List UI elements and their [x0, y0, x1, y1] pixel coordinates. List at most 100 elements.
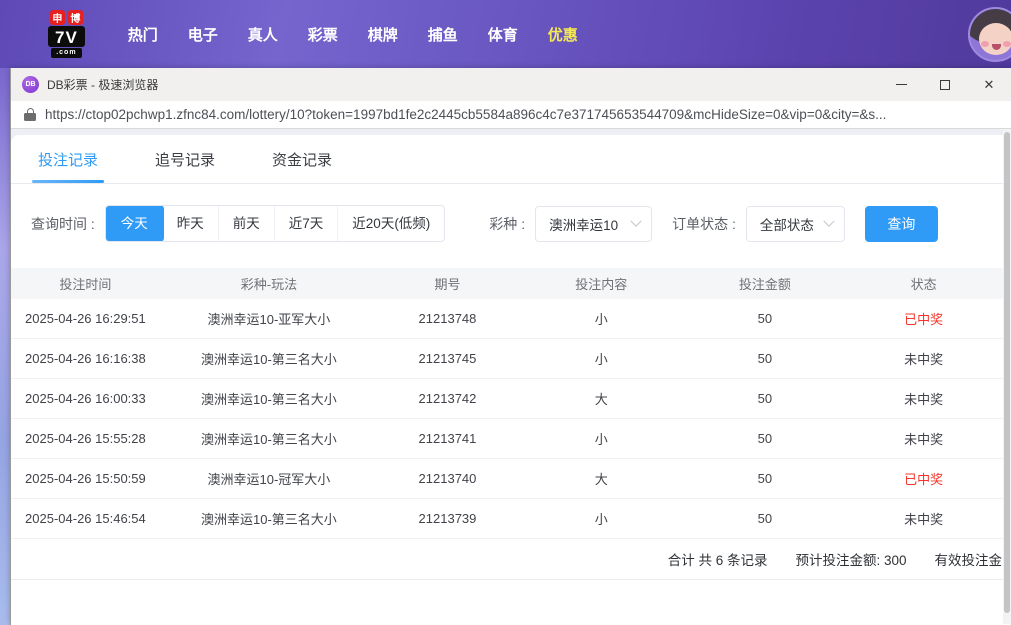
col-bet-amount: 投注金额	[738, 277, 791, 292]
cell-bet-content: 大	[594, 392, 608, 407]
nav-item-live[interactable]: 真人	[233, 24, 293, 45]
cell-game-play: 澳洲幸运10-第三名大小	[201, 432, 337, 447]
minimize-icon	[895, 84, 907, 85]
window-controls: ✕	[879, 68, 1011, 101]
maximize-button[interactable]	[923, 68, 967, 101]
nav-item-slots[interactable]: 电子	[173, 24, 233, 45]
cell-issue: 21213745	[418, 351, 477, 366]
cell-game-play: 澳洲幸运10-亚军大小	[207, 312, 331, 327]
nav-item-chess[interactable]: 棋牌	[353, 24, 413, 45]
close-icon: ✕	[983, 77, 995, 92]
table-row: 2025-04-26 16:29:51 澳洲幸运10-亚军大小 21213748…	[11, 299, 1003, 339]
table-row: 2025-04-26 16:00:33 澳洲幸运10-第三名大小 2121374…	[11, 379, 1003, 419]
content-card: 投注记录 追号记录 资金记录 查询时间 : 今天 昨天 前天 近7天 近20天(…	[11, 135, 1003, 624]
cell-status: 已中奖	[904, 312, 944, 327]
summary-bar: 合计 共 6 条记录 预计投注金额: 300 有效投注金	[11, 539, 1003, 580]
cell-bet-time: 2025-04-26 16:29:51	[25, 311, 146, 326]
lottery-type-label: 彩种 :	[489, 215, 526, 232]
cell-game-play: 澳洲幸运10-第三名大小	[201, 512, 337, 527]
cell-bet-amount: 50	[757, 351, 773, 366]
table-row: 2025-04-26 15:46:54 澳洲幸运10-第三名大小 2121373…	[11, 499, 1003, 539]
tab-fund-records[interactable]: 资金记录	[269, 147, 335, 183]
cell-game-play: 澳洲幸运10-第三名大小	[201, 352, 337, 367]
url-bar[interactable]: https://ctop02pchwp1.zfnc84.com/lottery/…	[11, 101, 1011, 129]
query-time-label: 查询时间 :	[31, 215, 95, 232]
cell-bet-time: 2025-04-26 16:00:33	[25, 391, 146, 406]
user-avatar[interactable]	[968, 7, 1011, 62]
cell-status: 未中奖	[904, 392, 944, 407]
order-status-value: 全部状态	[759, 217, 814, 233]
order-status-label: 订单状态 :	[672, 215, 736, 232]
avatar-blush	[981, 41, 989, 47]
time-option-20days[interactable]: 近20天(低频)	[337, 206, 444, 241]
cell-status: 未中奖	[904, 352, 944, 367]
record-tabs: 投注记录 追号记录 资金记录	[11, 135, 1003, 184]
table-row: 2025-04-26 15:50:59 澳洲幸运10-冠军大小 21213740…	[11, 459, 1003, 499]
cell-issue: 21213740	[418, 471, 477, 486]
time-option-daybefore[interactable]: 前天	[217, 206, 274, 241]
nav-item-fishing[interactable]: 捕鱼	[413, 24, 473, 45]
page-viewport: 投注记录 追号记录 资金记录 查询时间 : 今天 昨天 前天 近7天 近20天(…	[11, 129, 1011, 624]
cell-bet-amount: 50	[757, 431, 773, 446]
cell-issue: 21213739	[418, 511, 477, 526]
table-row: 2025-04-26 15:55:28 澳洲幸运10-第三名大小 2121374…	[11, 419, 1003, 459]
cell-bet-time: 2025-04-26 16:16:38	[25, 351, 146, 366]
col-status: 状态	[910, 277, 937, 292]
cell-bet-content: 小	[594, 432, 608, 447]
minimize-button[interactable]	[879, 68, 923, 101]
tab-bet-records[interactable]: 投注记录	[31, 147, 105, 183]
table-body: 2025-04-26 16:29:51 澳洲幸运10-亚军大小 21213748…	[11, 299, 1003, 539]
avatar-blush	[1003, 41, 1011, 47]
cell-issue: 21213748	[418, 311, 477, 326]
url-text[interactable]: https://ctop02pchwp1.zfnc84.com/lottery/…	[45, 107, 886, 122]
tab-chase-records[interactable]: 追号记录	[152, 147, 218, 183]
screen: 申 博 7V .com 热门 电子 真人 彩票 棋牌 捕鱼 体育 优惠 DB D…	[0, 0, 1011, 625]
lottery-type-value: 澳洲幸运10	[549, 217, 619, 233]
time-option-today[interactable]: 今天	[105, 206, 164, 241]
cell-bet-content: 小	[594, 312, 608, 327]
total-records-text: 合计 共 6 条记录	[667, 553, 768, 568]
nav-item-lottery[interactable]: 彩票	[293, 24, 353, 45]
col-issue: 期号	[434, 277, 461, 292]
cell-bet-content: 小	[594, 352, 608, 367]
avatar-face	[979, 23, 1011, 55]
cell-bet-content: 大	[594, 472, 608, 487]
logo-badge-bo: 博	[67, 10, 83, 25]
logo-badges: 申 博	[49, 10, 83, 25]
lottery-type-select[interactable]: 澳洲幸运10	[535, 205, 653, 242]
valid-amount-text: 有效投注金	[934, 553, 1003, 568]
order-status-select[interactable]: 全部状态	[745, 205, 845, 242]
time-range-group: 今天 昨天 前天 近7天 近20天(低频)	[104, 205, 446, 242]
maximize-icon	[940, 79, 950, 90]
col-bet-content: 投注内容	[575, 277, 628, 292]
cell-bet-amount: 50	[757, 511, 773, 526]
cell-game-play: 澳洲幸运10-冠军大小	[207, 472, 331, 487]
browser-favicon-icon: DB	[22, 76, 39, 93]
cell-issue: 21213742	[418, 391, 477, 406]
cell-game-play: 澳洲幸运10-第三名大小	[201, 392, 337, 407]
time-option-yesterday[interactable]: 昨天	[163, 206, 218, 241]
time-option-7days[interactable]: 近7天	[273, 206, 338, 241]
expected-amount-text: 预计投注金额: 300	[795, 553, 907, 568]
cell-bet-amount: 50	[757, 391, 773, 406]
nav-item-sports[interactable]: 体育	[473, 24, 533, 45]
close-button[interactable]: ✕	[967, 68, 1011, 101]
nav-item-hot[interactable]: 热门	[113, 24, 173, 45]
scrollbar-thumb[interactable]	[1004, 132, 1010, 613]
cell-bet-time: 2025-04-26 15:55:28	[25, 431, 146, 446]
main-nav: 热门 电子 真人 彩票 棋牌 捕鱼 体育 优惠	[113, 24, 593, 45]
cell-bet-amount: 50	[757, 471, 773, 486]
col-game-play: 彩种-玩法	[240, 277, 298, 292]
bet-records-table: 投注时间 彩种-玩法 期号 投注内容 投注金额 状态 2025-04-26 16…	[11, 268, 1003, 539]
cell-bet-content: 小	[594, 512, 608, 527]
site-header: 申 博 7V .com 热门 电子 真人 彩票 棋牌 捕鱼 体育 优惠	[0, 0, 1011, 68]
vertical-scrollbar[interactable]	[1003, 129, 1011, 624]
cell-issue: 21213741	[418, 431, 477, 446]
table-header: 投注时间 彩种-玩法 期号 投注内容 投注金额 状态	[11, 268, 1003, 299]
col-bet-time: 投注时间	[59, 277, 112, 292]
browser-title-bar: DB DB彩票 - 极速浏览器 ✕	[11, 68, 1011, 101]
nav-item-promo[interactable]: 优惠	[533, 24, 593, 45]
search-button[interactable]: 查询	[864, 205, 938, 242]
cell-bet-time: 2025-04-26 15:50:59	[25, 471, 146, 486]
site-logo[interactable]: 申 博 7V .com	[48, 10, 85, 58]
